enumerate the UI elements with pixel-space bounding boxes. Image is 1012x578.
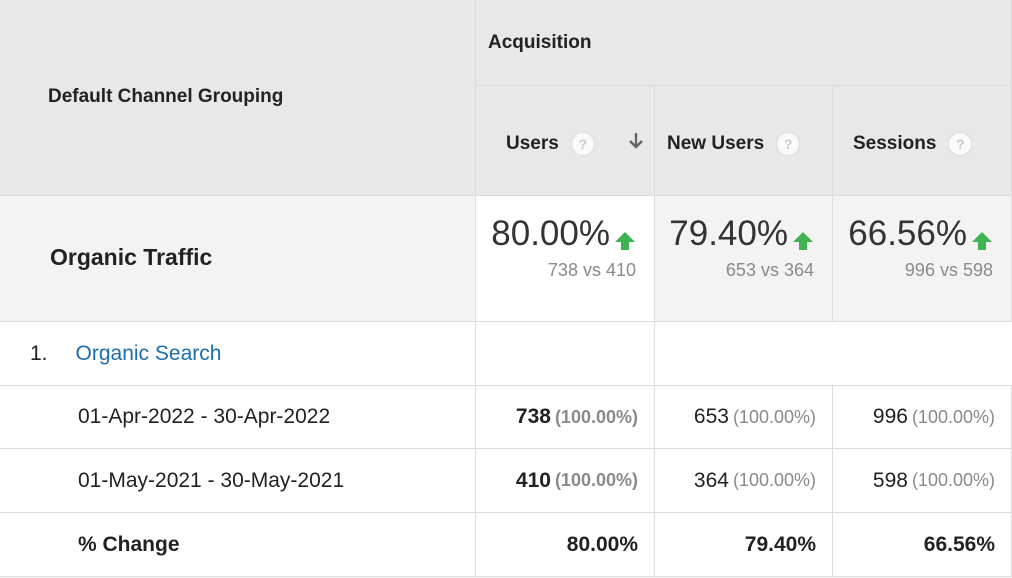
up-arrow-icon (793, 231, 813, 250)
cell-value: 410 (515, 468, 551, 492)
help-icon[interactable]: ? (776, 132, 801, 156)
sort-descending-icon[interactable] (628, 132, 644, 150)
segment-sessions-pct: 66.56% (848, 214, 967, 253)
channel-row-empty-cell (655, 322, 1012, 386)
up-arrow-icon (972, 231, 992, 250)
segment-new-users-vs: 653 vs 364 (725, 260, 814, 280)
cell-value: 738 (515, 405, 551, 428)
change-label: % Change (78, 532, 180, 556)
segment-users-pct: 80.00% (491, 214, 610, 253)
table-cell-new-users: 653 (100.00%) (655, 386, 833, 449)
segment-sessions-vs: 996 vs 598 (904, 260, 993, 280)
change-value: 79.40% (744, 532, 816, 556)
cell-percent: (100.00%) (732, 470, 816, 490)
column-header-sessions[interactable]: Sessions ? (833, 86, 1012, 196)
cell-percent: (100.00%) (554, 406, 638, 427)
analytics-table: Default Channel Grouping Acquisition Use… (0, 0, 1012, 578)
up-arrow-icon (615, 231, 635, 250)
change-value: 80.00% (566, 532, 638, 556)
segment-metric-sessions: 66.56% 996 vs 598 (833, 196, 1012, 322)
period-label: 01-Apr-2022 - 30-Apr-2022 (78, 405, 331, 428)
change-row: % Change (0, 513, 476, 577)
channel-index: 1. (30, 341, 48, 365)
segment-metric-new-users: 79.40% 653 vs 364 (655, 196, 833, 322)
table-row: 01-May-2021 - 30-May-2021 (0, 449, 476, 513)
segment-users-vs: 738 vs 410 (547, 260, 636, 280)
change-value: 66.56% (923, 532, 995, 556)
channel-row-users-cell (476, 322, 655, 386)
cell-percent: (100.00%) (732, 406, 816, 427)
help-icon[interactable]: ? (948, 132, 973, 156)
acquisition-label: Acquisition (488, 32, 592, 53)
cell-value: 653 (693, 405, 729, 428)
segment-label: Organic Traffic (50, 244, 213, 270)
cell-percent: (100.00%) (911, 406, 995, 427)
table-row: 01-Apr-2022 - 30-Apr-2022 (0, 386, 476, 449)
channel-grouping-label: Default Channel Grouping (48, 85, 284, 107)
segment-new-users-pct: 79.40% (669, 214, 788, 253)
cell-percent: (100.00%) (554, 470, 638, 490)
segment-label-cell: Organic Traffic (0, 196, 476, 322)
cell-value: 996 (872, 405, 908, 428)
change-cell-users: 80.00% (476, 513, 655, 577)
cell-percent: (100.00%) (911, 470, 995, 490)
help-icon[interactable]: ? (570, 132, 595, 156)
column-header-new-users-label: New Users (667, 133, 765, 154)
channel-row: 1. Organic Search (0, 322, 476, 386)
table-cell-sessions: 598 (100.00%) (833, 449, 1012, 513)
period-label: 01-May-2021 - 30-May-2021 (78, 468, 345, 492)
change-cell-sessions: 66.56% (833, 513, 1012, 577)
cell-value: 364 (693, 468, 729, 492)
acquisition-header: Acquisition (476, 0, 1012, 86)
channel-grouping-header: Default Channel Grouping (0, 0, 476, 196)
table-cell-new-users: 364 (100.00%) (655, 449, 833, 513)
cell-value: 598 (872, 468, 908, 492)
column-header-users[interactable]: Users ? (476, 86, 655, 196)
column-header-new-users[interactable]: New Users ? (655, 86, 833, 196)
table-cell-users: 738 (100.00%) (476, 386, 655, 449)
table-cell-users: 410 (100.00%) (476, 449, 655, 513)
channel-link-organic-search[interactable]: Organic Search (76, 342, 222, 366)
column-header-users-label: Users (506, 133, 559, 154)
segment-metric-users: 80.00% 738 vs 410 (476, 196, 655, 322)
table-cell-sessions: 996 (100.00%) (833, 386, 1012, 449)
column-header-sessions-label: Sessions (853, 133, 937, 154)
change-cell-new-users: 79.40% (655, 513, 833, 577)
